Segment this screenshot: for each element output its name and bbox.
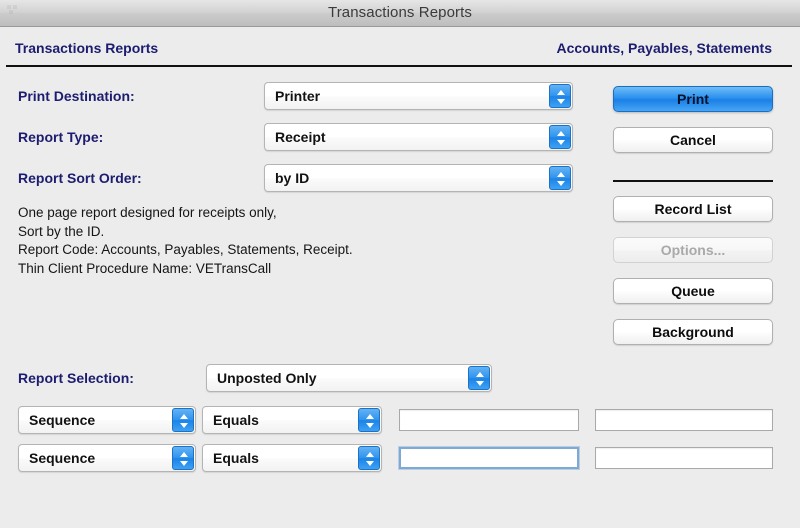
chevron-up-down-icon[interactable]	[358, 408, 380, 432]
print-destination-value: Printer	[275, 88, 321, 104]
options-button[interactable]: Options...	[613, 237, 773, 263]
criteria-operator-value-1: Equals	[213, 412, 259, 428]
chevron-up-down-icon[interactable]	[172, 408, 194, 432]
page-title: Transactions Reports	[15, 40, 159, 56]
criteria-value-input-1b[interactable]	[595, 409, 773, 431]
chevron-up-down-icon[interactable]	[549, 84, 571, 108]
criteria-field-value-1: Sequence	[29, 412, 96, 428]
report-type-value: Receipt	[275, 129, 326, 145]
print-destination-label: Print Destination:	[18, 88, 135, 104]
chevron-up-down-icon[interactable]	[358, 446, 380, 470]
record-list-button[interactable]: Record List	[613, 196, 773, 222]
report-sort-order-dropdown[interactable]: by ID	[264, 164, 573, 192]
window-title: Transactions Reports	[327, 4, 472, 21]
button-group-divider	[613, 180, 773, 182]
background-button[interactable]: Background	[613, 319, 773, 345]
report-description: One page report designed for receipts on…	[18, 205, 353, 276]
criteria-field-dropdown-2[interactable]: Sequence	[18, 444, 196, 472]
criteria-operator-value-2: Equals	[213, 450, 259, 466]
criteria-operator-dropdown-2[interactable]: Equals	[202, 444, 382, 472]
criteria-value-input-2a[interactable]	[399, 447, 579, 469]
header-divider	[6, 65, 792, 67]
criteria-value-input-1a[interactable]	[399, 409, 579, 431]
print-button[interactable]: Print	[613, 86, 773, 112]
criteria-field-value-2: Sequence	[29, 450, 96, 466]
report-type-label: Report Type:	[18, 129, 104, 145]
report-type-dropdown[interactable]: Receipt	[264, 123, 573, 151]
print-destination-dropdown[interactable]: Printer	[264, 82, 573, 110]
cancel-button[interactable]: Cancel	[613, 127, 773, 153]
window-titlebar: Transactions Reports	[0, 0, 800, 27]
criteria-field-dropdown-1[interactable]: Sequence	[18, 406, 196, 434]
criteria-operator-dropdown-1[interactable]: Equals	[202, 406, 382, 434]
report-sort-order-label: Report Sort Order:	[18, 170, 142, 186]
chevron-up-down-icon[interactable]	[468, 366, 490, 390]
page-subtitle-right: Accounts, Payables, Statements	[556, 40, 772, 56]
report-selection-value: Unposted Only	[217, 370, 317, 386]
chevron-up-down-icon[interactable]	[549, 166, 571, 190]
chevron-up-down-icon[interactable]	[172, 446, 194, 470]
report-selection-dropdown[interactable]: Unposted Only	[206, 364, 492, 392]
criteria-value-input-2b[interactable]	[595, 447, 773, 469]
report-sort-order-value: by ID	[275, 170, 310, 186]
queue-button[interactable]: Queue	[613, 278, 773, 304]
report-selection-label: Report Selection:	[18, 370, 134, 386]
chevron-up-down-icon[interactable]	[549, 125, 571, 149]
